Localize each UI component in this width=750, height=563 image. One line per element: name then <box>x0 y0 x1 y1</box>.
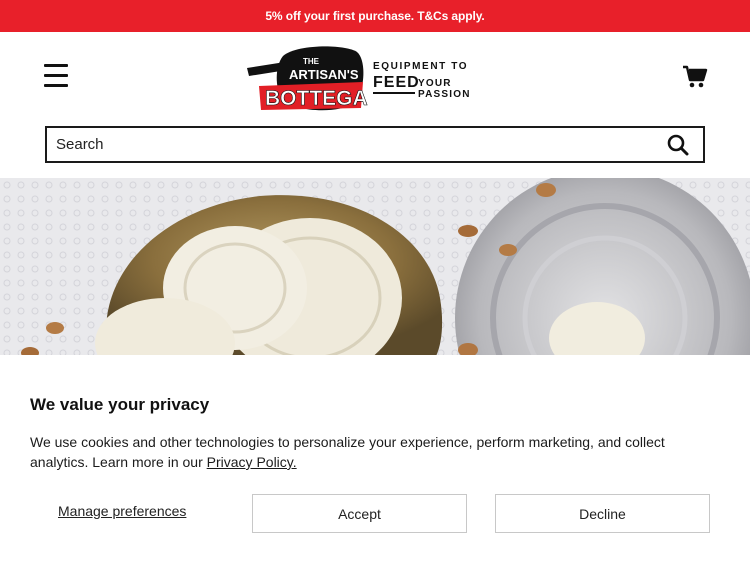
promo-text: 5% off your first purchase. T&Cs apply. <box>265 9 485 23</box>
logo-tagline-bottom: YOUR PASSION <box>418 78 471 100</box>
promo-banner[interactable]: 5% off your first purchase. T&Cs apply. <box>0 0 750 32</box>
logo-tagline-feed: FEED <box>373 74 420 91</box>
accept-button[interactable]: Accept <box>252 494 467 533</box>
search-input[interactable] <box>47 128 647 161</box>
privacy-policy-link[interactable]: Privacy Policy. <box>207 454 297 470</box>
hero-image <box>0 178 750 356</box>
decline-button[interactable]: Decline <box>495 494 710 533</box>
logo-feed-underline <box>373 92 415 94</box>
cookie-title: We value your privacy <box>30 395 210 414</box>
logo-tagline-top: EQUIPMENT TO <box>373 61 469 72</box>
site-logo[interactable]: THE ARTISAN'S BOTTEGA EQUIPMENT TO FEED … <box>245 42 507 112</box>
svg-text:THE: THE <box>303 57 320 66</box>
search-bar <box>45 126 705 163</box>
svg-text:BOTTEGA: BOTTEGA <box>265 87 368 110</box>
hamburger-menu-icon[interactable] <box>44 64 70 88</box>
logo-emblem: THE ARTISAN'S BOTTEGA <box>247 46 368 110</box>
site-header: THE ARTISAN'S BOTTEGA EQUIPMENT TO FEED … <box>0 32 750 178</box>
manage-preferences-button[interactable]: Manage preferences <box>58 503 186 519</box>
cookie-body-text: We use cookies and other technologies to… <box>30 434 665 470</box>
svg-text:ARTISAN'S: ARTISAN'S <box>289 67 359 82</box>
cookie-consent-panel: We value your privacy We use cookies and… <box>0 355 750 563</box>
cookie-description: We use cookies and other technologies to… <box>30 432 720 472</box>
search-icon[interactable] <box>667 134 689 156</box>
shopping-cart-icon[interactable] <box>682 65 708 89</box>
